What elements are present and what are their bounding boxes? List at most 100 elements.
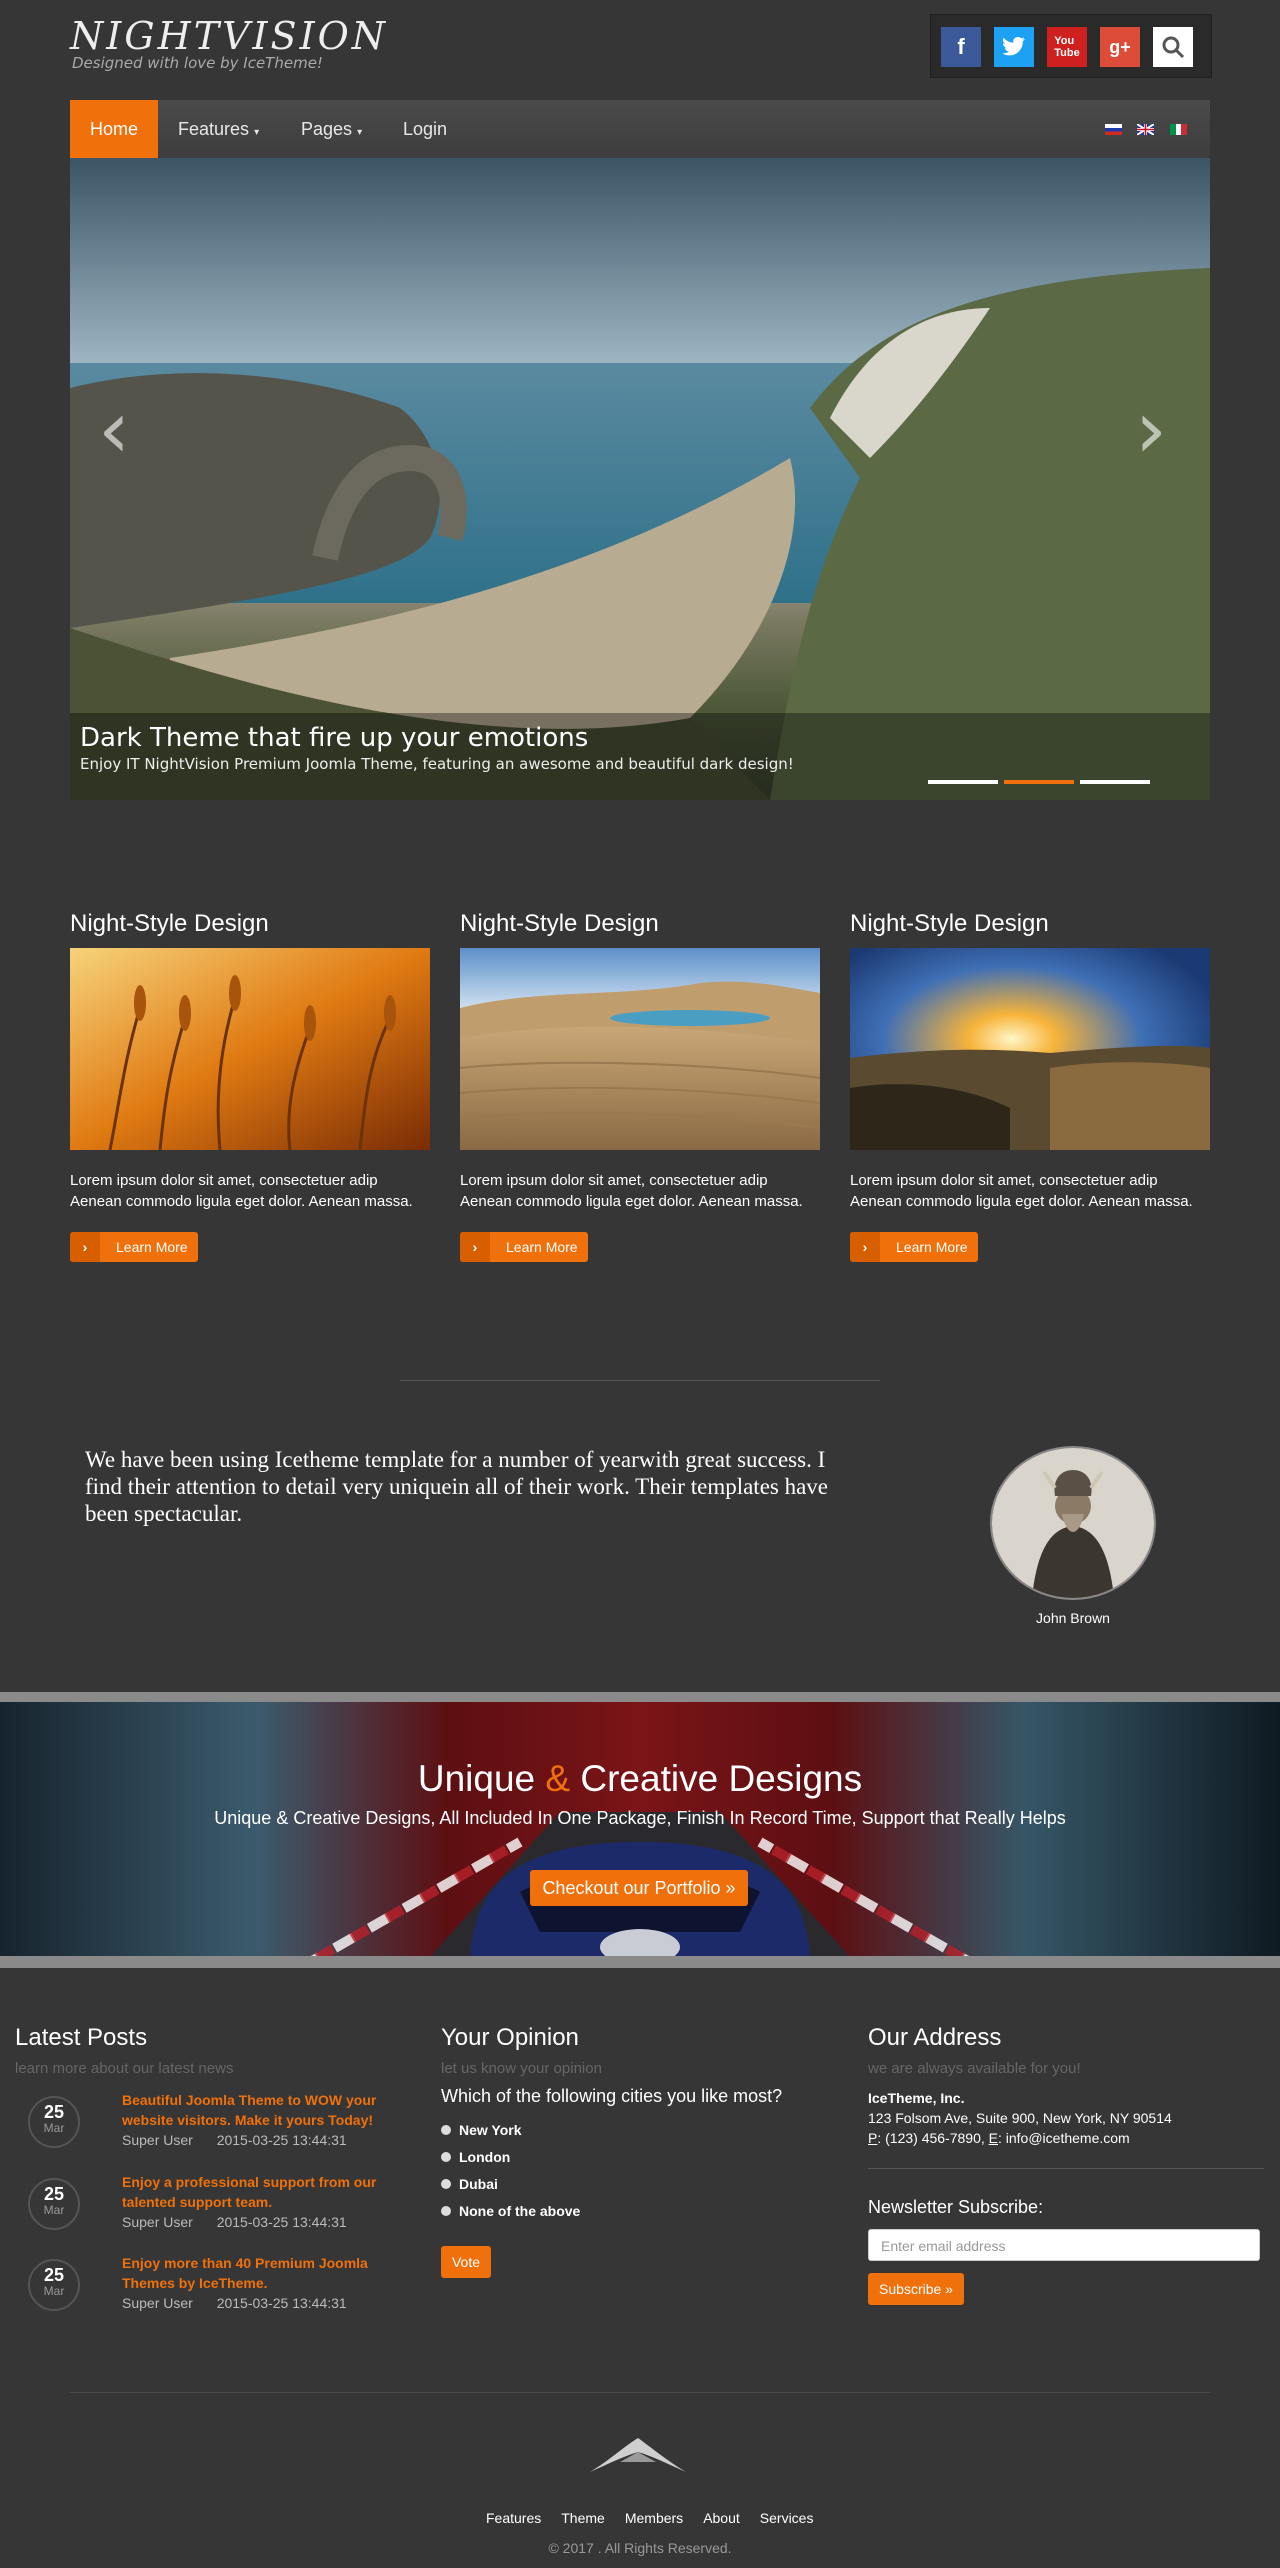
slider-next-arrow[interactable]: ›: [1135, 383, 1167, 476]
footer-link-theme[interactable]: Theme: [561, 2510, 605, 2526]
post-title-link[interactable]: Enjoy a professional support from our ta…: [122, 2172, 392, 2212]
portfolio-banner: [0, 1692, 1280, 1968]
vote-button[interactable]: Vote: [441, 2246, 491, 2278]
post-title-line: website visitors. Make it yours Today!: [122, 2112, 374, 2128]
post-date-badge: 25 Mar: [28, 2259, 80, 2311]
portfolio-button[interactable]: Checkout our Portfolio »: [530, 1870, 748, 1906]
uk-flag-icon[interactable]: [1137, 124, 1154, 135]
banner-top-border: [0, 1692, 1280, 1702]
mountain-logo-icon: [590, 2438, 686, 2472]
hero-slider: ‹ › Dark Theme that fire up your emotion…: [70, 158, 1210, 800]
feature-text-line: Aenean commodo ligula eget dolor. Aenean…: [460, 1193, 803, 1210]
address-subtitle: we are always available for you!: [868, 2060, 1081, 2077]
company-name: IceTheme, Inc.: [868, 2090, 965, 2106]
post-title-line: Enjoy more than 40 Premium Joomla: [122, 2255, 368, 2271]
radio-button[interactable]: [441, 2152, 451, 2162]
testimonial-line: been spectacular.: [85, 1501, 243, 1526]
slider-prev-arrow[interactable]: ‹: [98, 383, 130, 476]
radio-button[interactable]: [441, 2206, 451, 2216]
phone-label: P: [868, 2130, 878, 2146]
it-flag-icon[interactable]: [1170, 124, 1187, 135]
google-plus-icon[interactable]: g+: [1100, 27, 1140, 67]
footer-link-services[interactable]: Services: [760, 2510, 814, 2526]
post-title-line: Beautiful Joomla Theme to WOW your: [122, 2092, 377, 2108]
footer-link-features[interactable]: Features: [486, 2510, 541, 2526]
slider-dot-1[interactable]: [928, 780, 998, 784]
ru-flag-icon[interactable]: [1105, 124, 1122, 135]
address-title: Our Address: [868, 2024, 1002, 2051]
list-item: 25 Mar Enjoy a professional support from…: [28, 2174, 376, 2230]
nav-pages[interactable]: Pages ▾: [301, 100, 362, 158]
post-author: Super User: [122, 2214, 193, 2230]
poll-title: Your Opinion: [441, 2024, 579, 2051]
poll-question: Which of the following cities you like m…: [441, 2086, 783, 2106]
radio-button[interactable]: [441, 2125, 451, 2135]
post-date: 2015-03-25 13:44:31: [216, 2132, 347, 2148]
contact-line: P: (123) 456-7890, E: info@icetheme.com: [868, 2128, 1130, 2148]
twitter-icon[interactable]: [994, 27, 1034, 67]
email-address[interactable]: : info@icetheme.com: [998, 2130, 1130, 2146]
post-month: Mar: [43, 2203, 65, 2217]
sunset-mountain-image: [850, 948, 1210, 1150]
subscribe-button[interactable]: Subscribe »: [868, 2273, 964, 2305]
nav-features-label: Features: [178, 119, 250, 139]
main-nav: Home Features ▾ Pages ▾ Login: [70, 100, 1210, 168]
feature-text-line: Lorem ipsum dolor sit amet, consectetuer…: [850, 1172, 1158, 1189]
youtube-icon[interactable]: You Tube: [1047, 27, 1087, 67]
wheat-field-image: [70, 948, 430, 1150]
radio-button[interactable]: [441, 2179, 451, 2189]
banner-subtitle: Unique & Creative Designs, All Included …: [214, 1808, 1066, 1828]
hero-landscape-image: [70, 158, 1210, 800]
testimonial-line: find their attention to detail very uniq…: [85, 1474, 829, 1499]
section-divider: [400, 1380, 880, 1381]
post-date-badge: 25 Mar: [28, 2178, 80, 2230]
footer-link-members[interactable]: Members: [625, 2510, 683, 2526]
poll-option[interactable]: None of the above: [441, 2203, 580, 2219]
post-title-line: talented support team.: [122, 2194, 273, 2210]
learn-more-button[interactable]: › Learn More: [70, 1232, 198, 1262]
post-title-link[interactable]: Beautiful Joomla Theme to WOW your websi…: [122, 2090, 392, 2130]
caret-down-icon: ▾: [357, 127, 363, 138]
footer-nav: Features Theme Members About Services: [486, 2510, 813, 2526]
post-author: Super User: [122, 2132, 193, 2148]
banner-title-part: Creative Designs: [580, 1758, 863, 1799]
poll-option-label: None of the above: [459, 2203, 581, 2219]
site-logo-title[interactable]: NIGHTVISION: [70, 14, 388, 58]
poll-option-label: London: [459, 2149, 511, 2165]
learn-more-button[interactable]: › Learn More: [460, 1232, 588, 1262]
slider-dot-2[interactable]: [1004, 780, 1074, 784]
learn-more-label: Learn More: [506, 1239, 578, 1255]
newsletter-title: Newsletter Subscribe:: [868, 2197, 1044, 2217]
phone-number: : (123) 456-7890,: [877, 2130, 989, 2146]
nav-home[interactable]: Home: [70, 100, 158, 168]
facebook-icon[interactable]: f: [941, 27, 981, 67]
post-meta: Super User 2015-03-25 13:44:31: [122, 2295, 347, 2311]
slider-dot-3[interactable]: [1080, 780, 1150, 784]
post-title-link[interactable]: Enjoy more than 40 Premium Joomla Themes…: [122, 2253, 392, 2293]
post-date-badge: 25 Mar: [28, 2096, 80, 2148]
site-tagline: Designed with love by IceTheme!: [72, 54, 323, 72]
nav-features[interactable]: Features ▾: [178, 100, 259, 158]
warrior-portrait-image: [992, 1448, 1154, 1598]
footer-link-about[interactable]: About: [703, 2510, 740, 2526]
nav-login[interactable]: Login: [403, 100, 447, 158]
chevron-right-icon: ›: [850, 1232, 880, 1262]
poll-option[interactable]: London: [441, 2149, 510, 2165]
poll-option-label: Dubai: [459, 2176, 498, 2192]
learn-more-button[interactable]: › Learn More: [850, 1232, 978, 1262]
poll-subtitle: let us know your opinion: [441, 2060, 602, 2077]
banner-title-amp: &: [545, 1758, 571, 1799]
testimonial-line: We have been using Icetheme template for…: [85, 1447, 826, 1472]
post-month: Mar: [43, 2121, 65, 2135]
post-meta: Super User 2015-03-25 13:44:31: [122, 2132, 347, 2148]
address-divider: [868, 2168, 1264, 2169]
newsletter-email-input[interactable]: Enter email address: [868, 2229, 1260, 2261]
avatar: [990, 1446, 1156, 1600]
latest-posts-subtitle: learn more about our latest news: [15, 2060, 234, 2077]
search-icon[interactable]: [1153, 27, 1193, 67]
poll-option[interactable]: Dubai: [441, 2176, 498, 2192]
feature-title: Night-Style Design: [850, 910, 1049, 937]
poll-option[interactable]: New York: [441, 2122, 522, 2138]
post-title-line: Enjoy a professional support from our: [122, 2174, 377, 2190]
post-date: 2015-03-25 13:44:31: [216, 2295, 347, 2311]
